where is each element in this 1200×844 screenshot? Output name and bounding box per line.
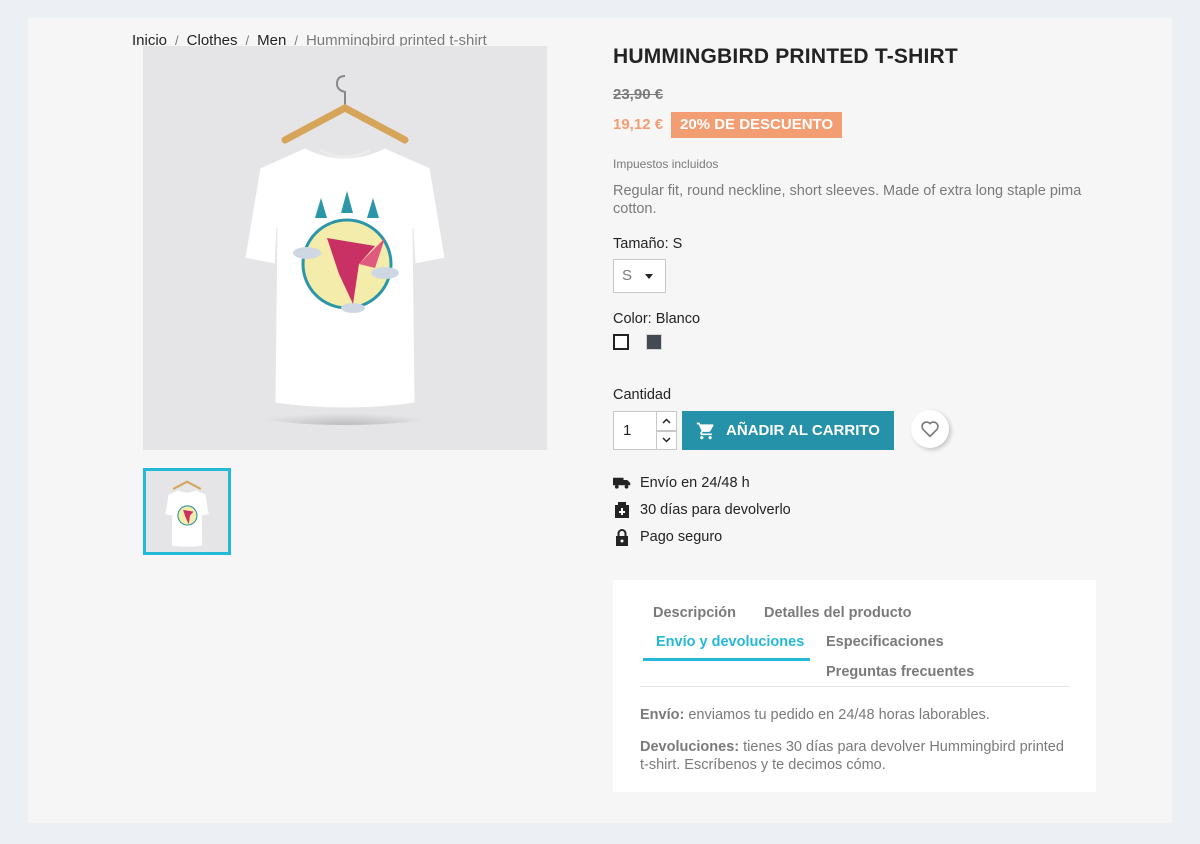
tab-description[interactable]: Descripción: [653, 605, 736, 621]
current-price: 19,12 €: [613, 116, 664, 133]
reassurance-payment: Pago seguro: [613, 528, 722, 546]
quantity-increase-button[interactable]: [656, 411, 677, 431]
reassurance-payment-text: Pago seguro: [640, 529, 723, 545]
tabs-divider: [640, 686, 1069, 687]
reassurance-shipping: Envío en 24/48 h: [613, 474, 750, 492]
reassurance-returns: 30 días para devolverlo: [613, 501, 791, 519]
tshirt-image: [244, 75, 446, 425]
product-thumbnail[interactable]: [143, 468, 231, 555]
add-to-cart-label: AÑADIR AL CARRITO: [726, 422, 880, 439]
truck-icon: [613, 474, 631, 492]
tab-shipping-returns[interactable]: Envío y devoluciones: [656, 634, 804, 650]
product-tabs: Descripción Detalles del producto Envío …: [613, 580, 1096, 792]
lock-icon: [613, 528, 631, 546]
quantity-decrease-button[interactable]: [656, 430, 677, 450]
active-tab-indicator: [643, 658, 810, 661]
return-box-icon: [613, 501, 631, 519]
product-description: Regular fit, round neckline, short sleev…: [613, 183, 1082, 217]
quantity-label: Cantidad: [613, 387, 672, 403]
chevron-down-icon: [662, 437, 671, 443]
wishlist-button[interactable]: [911, 410, 949, 448]
tab-faq[interactable]: Preguntas frecuentes: [826, 664, 974, 680]
size-select-value: S: [622, 267, 633, 284]
quantity-input[interactable]: 1: [613, 411, 657, 450]
color-swatch-grey[interactable]: [646, 334, 662, 350]
product-main-image[interactable]: [143, 46, 547, 450]
reassurance-shipping-text: Envío en 24/48 h: [640, 475, 750, 491]
tab-product-details[interactable]: Detalles del producto: [764, 605, 911, 621]
add-to-cart-button[interactable]: AÑADIR AL CARRITO: [682, 411, 894, 450]
heart-icon: [921, 421, 939, 438]
caret-down-icon: [645, 274, 653, 279]
reassurance-returns-text: 30 días para devolverlo: [640, 502, 791, 518]
shipping-info: Envío: enviamos tu pedido en 24/48 horas…: [640, 706, 1070, 724]
chevron-up-icon: [662, 418, 671, 424]
size-select[interactable]: S: [613, 259, 666, 293]
shipping-info-text: enviamos tu pedido en 24/48 horas labora…: [688, 707, 990, 723]
shipping-info-label: Envío:: [640, 707, 685, 723]
cart-icon: [696, 422, 714, 439]
color-label: Color: Blanco: [613, 311, 701, 327]
regular-price: 23,90 €: [613, 86, 664, 103]
color-swatch-white[interactable]: [613, 334, 629, 350]
returns-info: Devoluciones: tienes 30 días para devolv…: [640, 738, 1070, 774]
tab-specifications[interactable]: Especificaciones: [826, 634, 944, 650]
tshirt-thumbnail-image: [165, 479, 209, 547]
product-page: Inicio / Clothes / Men / Hummingbird printed t…: [28, 18, 1172, 823]
discount-badge: 20% DE DESCUENTO: [671, 112, 843, 138]
size-label: Tamaño: S: [613, 236, 683, 252]
tax-label: Impuestos incluidos: [613, 157, 719, 171]
returns-info-label: Devoluciones:: [640, 739, 740, 755]
product-title: HUMMINGBIRD PRINTED T-SHIRT: [613, 45, 958, 68]
